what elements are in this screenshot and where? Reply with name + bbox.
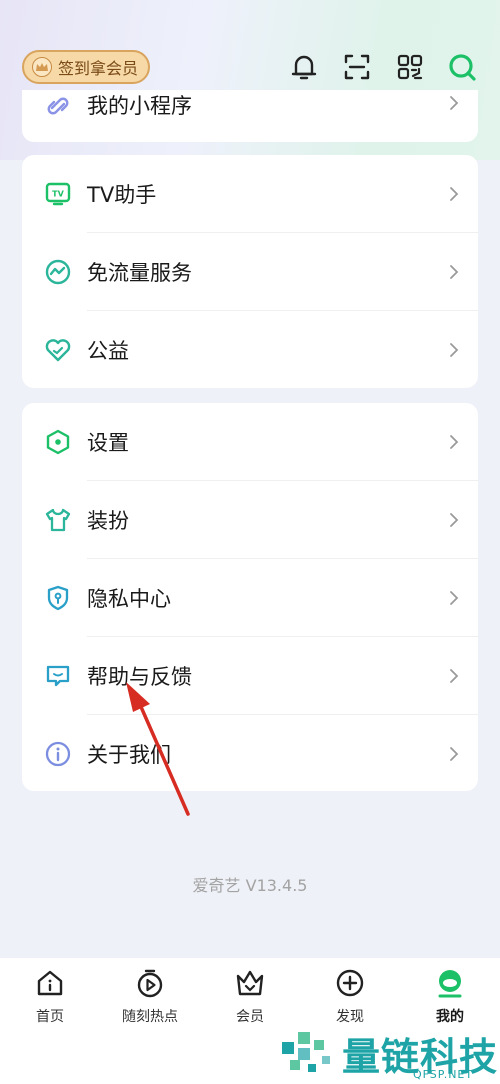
menu-row-settings[interactable]: 设置 bbox=[22, 403, 478, 481]
mini-program-icon bbox=[44, 92, 72, 120]
chevron-right-icon bbox=[448, 94, 460, 112]
services-card: TV TV助手 免流量服务 公益 bbox=[22, 155, 478, 388]
menu-row-tv-assistant[interactable]: TV TV助手 bbox=[22, 155, 478, 233]
tab-label: 发现 bbox=[336, 1009, 364, 1025]
data-free-icon bbox=[44, 258, 72, 286]
tab-profile[interactable]: 我的 bbox=[400, 968, 500, 1026]
menu-label: 我的小程序 bbox=[87, 94, 192, 118]
chevron-right-icon bbox=[448, 589, 460, 607]
tab-vip[interactable]: 会员 bbox=[200, 968, 300, 1026]
tshirt-icon bbox=[44, 506, 72, 534]
menu-label: 隐私中心 bbox=[87, 587, 171, 611]
discover-plus-icon bbox=[300, 968, 400, 998]
signin-vip-button[interactable]: 签到拿会员 bbox=[22, 50, 150, 84]
menu-label: 装扮 bbox=[87, 509, 129, 533]
mini-program-card: 我的小程序 bbox=[22, 90, 478, 142]
menu-row-privacy-center[interactable]: 隐私中心 bbox=[22, 559, 478, 637]
chevron-right-icon bbox=[448, 185, 460, 203]
crown-icon bbox=[32, 57, 52, 77]
watermark-logo-icon bbox=[282, 1032, 330, 1072]
tab-label: 随刻热点 bbox=[122, 1009, 178, 1025]
privacy-shield-icon bbox=[44, 584, 72, 612]
tab-home[interactable]: 首页 bbox=[0, 968, 100, 1026]
vip-crown-icon bbox=[200, 968, 300, 998]
heart-icon bbox=[44, 336, 72, 364]
settings-hexagon-icon bbox=[44, 428, 72, 456]
tab-label: 首页 bbox=[36, 1009, 64, 1025]
profile-icon bbox=[400, 968, 500, 998]
watermark-subtext: QFSP.NET bbox=[413, 1068, 474, 1081]
header-bar: 签到拿会员 bbox=[0, 44, 500, 90]
menu-row-help-feedback[interactable]: 帮助与反馈 bbox=[22, 637, 478, 715]
tab-label: 会员 bbox=[236, 1009, 264, 1025]
info-icon bbox=[44, 740, 72, 768]
help-chat-icon bbox=[44, 662, 72, 690]
tv-icon: TV bbox=[44, 180, 72, 208]
chevron-right-icon bbox=[448, 433, 460, 451]
menu-label: TV助手 bbox=[87, 183, 157, 207]
bell-icon[interactable] bbox=[287, 50, 321, 84]
watermark: 量链科技 QFSP.NET bbox=[278, 1026, 500, 1084]
menu-row-data-free[interactable]: 免流量服务 bbox=[22, 233, 478, 311]
app-version: 爱奇艺 V13.4.5 bbox=[192, 876, 308, 895]
menu-label: 设置 bbox=[87, 431, 129, 455]
chevron-right-icon bbox=[448, 341, 460, 359]
tab-label: 我的 bbox=[436, 1009, 464, 1025]
search-icon[interactable] bbox=[445, 50, 479, 84]
menu-label: 帮助与反馈 bbox=[87, 665, 192, 689]
play-timer-icon bbox=[100, 968, 200, 998]
qr-code-icon[interactable] bbox=[393, 50, 427, 84]
menu-row-charity[interactable]: 公益 bbox=[22, 311, 478, 389]
menu-label: 公益 bbox=[87, 339, 129, 363]
chevron-right-icon bbox=[448, 263, 460, 281]
home-icon bbox=[0, 968, 100, 998]
menu-row-mini-program[interactable]: 我的小程序 bbox=[22, 90, 478, 118]
tab-hot-topics[interactable]: 随刻热点 bbox=[100, 968, 200, 1026]
menu-row-about-us[interactable]: 关于我们 bbox=[22, 715, 478, 793]
menu-row-dress-up[interactable]: 装扮 bbox=[22, 481, 478, 559]
scan-icon[interactable] bbox=[340, 50, 374, 84]
menu-label: 免流量服务 bbox=[87, 261, 192, 285]
menu-label: 关于我们 bbox=[87, 743, 171, 767]
svg-text:TV: TV bbox=[52, 190, 64, 199]
signin-label: 签到拿会员 bbox=[58, 59, 139, 78]
tab-discover[interactable]: 发现 bbox=[300, 968, 400, 1026]
chevron-right-icon bbox=[448, 745, 460, 763]
settings-card: 设置 装扮 隐私中心 帮助与反馈 关于我们 bbox=[22, 403, 478, 791]
chevron-right-icon bbox=[448, 511, 460, 529]
chevron-right-icon bbox=[448, 667, 460, 685]
